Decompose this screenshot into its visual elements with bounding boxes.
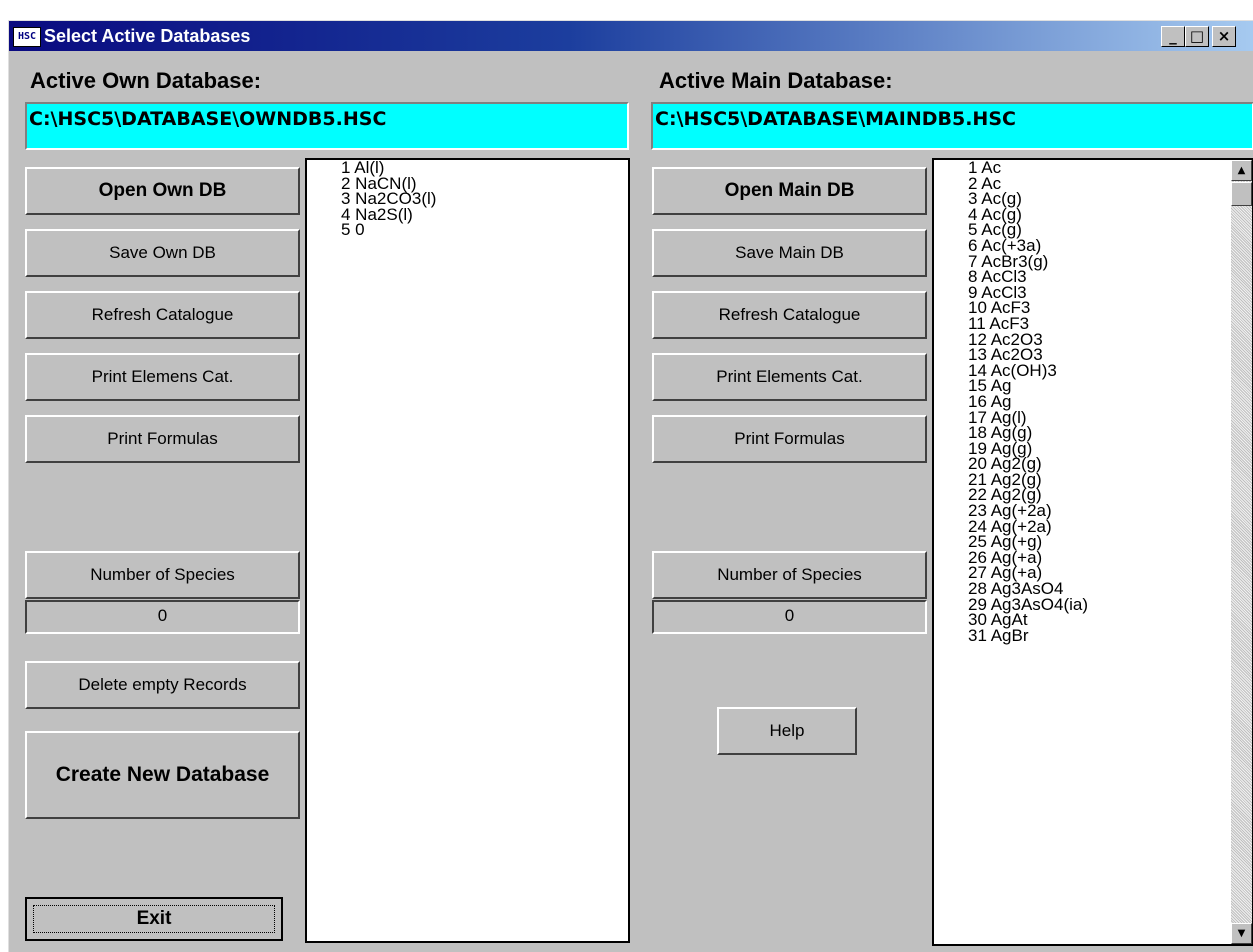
main-species-list[interactable]: 1 Ac 2 Ac 3 Ac(g) 4 Ac(g) 5 Ac(g) 6 Ac(+3a) 7 … [932,158,1253,946]
list-item[interactable]: 31 AgBr [934,627,1252,644]
refresh-catalogue-button-own[interactable]: Refresh Catalogue [25,291,300,339]
main-species-items: 1 Ac 2 Ac 3 Ac(g) 4 Ac(g) 5 Ac(g) 6 Ac(+3a) 7 … [934,160,1252,644]
own-database-path-field[interactable]: C:\HSC5\DATABASE\OWNDB5.HSC [25,102,629,150]
active-own-database-label: Active Own Database: [30,68,262,93]
close-button[interactable]: × [1212,26,1236,47]
own-species-list[interactable]: 1 Al(l) 2 NaCN(l) 3 Na2CO3(l) 4 Na2S(l) 5 0 [305,158,630,943]
number-of-species-button-own[interactable]: Number of Species [25,551,300,599]
print-elements-cat-button-main[interactable]: Print Elements Cat. [652,353,927,401]
print-formulas-button-own[interactable]: Print Formulas [25,415,300,463]
main-species-count: 0 [652,600,927,634]
create-new-database-button[interactable]: Create New Database [25,731,300,819]
title-bar[interactable]: HSC Select Active Databases _ □ × [9,21,1253,51]
minimize-button[interactable]: _ [1161,26,1185,47]
delete-empty-records-button[interactable]: Delete empty Records [25,661,300,709]
open-own-db-button[interactable]: Open Own DB [25,167,300,215]
number-of-species-button-main[interactable]: Number of Species [652,551,927,599]
refresh-catalogue-button-main[interactable]: Refresh Catalogue [652,291,927,339]
main-database-path-field[interactable]: C:\HSC5\DATABASE\MAINDB5.HSC [651,102,1253,150]
help-button[interactable]: Help [717,707,857,755]
list-item[interactable]: 5 0 [307,222,628,239]
focus-rectangle [33,905,275,933]
maximize-button[interactable]: □ [1185,26,1209,47]
open-main-db-button[interactable]: Open Main DB [652,167,927,215]
print-elements-cat-button-own[interactable]: Print Elemens Cat. [25,353,300,401]
own-species-count: 0 [25,600,300,634]
main-list-scrollbar[interactable]: ▲ ▼ [1231,160,1252,944]
save-own-db-button[interactable]: Save Own DB [25,229,300,277]
window-title: Select Active Databases [44,26,251,46]
print-formulas-button-main[interactable]: Print Formulas [652,415,927,463]
exit-button[interactable]: Exit [25,897,283,941]
scroll-up-icon[interactable]: ▲ [1231,160,1252,181]
save-main-db-button[interactable]: Save Main DB [652,229,927,277]
select-active-databases-window: HSC Select Active Databases _ □ × Active… [8,20,1253,952]
active-main-database-label: Active Main Database: [659,68,893,93]
app-icon[interactable]: HSC [13,27,41,47]
scroll-down-icon[interactable]: ▼ [1231,923,1252,944]
scrollbar-thumb[interactable] [1231,182,1252,206]
